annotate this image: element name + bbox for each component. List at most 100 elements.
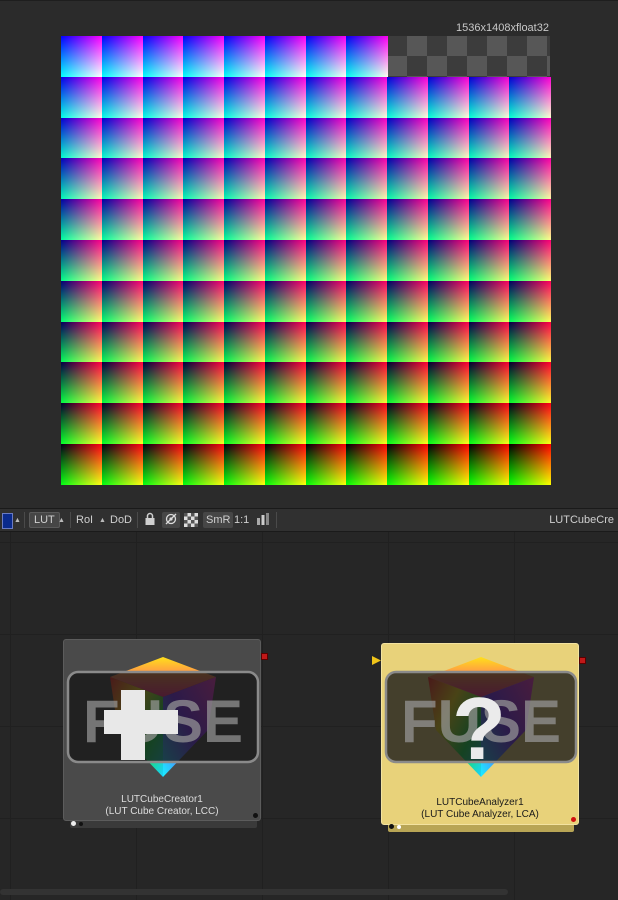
lut-slice-cell	[427, 199, 469, 241]
lut-slice-cell	[101, 321, 143, 363]
input-triangle-icon[interactable]	[372, 656, 381, 665]
lut-button[interactable]: LUT	[29, 512, 60, 528]
lut-slice-cell	[305, 444, 347, 486]
lut-slice-cell	[101, 240, 143, 282]
lut-slice-cell	[346, 444, 388, 486]
flow-editor[interactable]: FUSE LUTCubeCreator1 (LUT Cube Creator, …	[0, 532, 618, 900]
lut-slice-cell	[224, 362, 266, 404]
lut-slice-cell	[509, 362, 551, 404]
lut-slice-cell	[387, 158, 429, 200]
input-dot[interactable]	[79, 822, 83, 826]
output-port[interactable]	[579, 657, 586, 664]
lut-slice-cell	[387, 240, 429, 282]
lut-slice-cell	[101, 36, 143, 78]
lut-slice-cell	[61, 280, 103, 323]
lut-slice-cell	[183, 158, 225, 200]
lut-slice-cell	[183, 76, 225, 119]
input-dot[interactable]	[71, 821, 76, 826]
lut-slice-cell	[305, 36, 347, 78]
lock-icon[interactable]	[144, 512, 156, 528]
lut-slice-cell	[305, 362, 347, 404]
lut-slice-cell	[305, 117, 347, 159]
node-name: LUTCubeAnalyzer1	[436, 797, 524, 808]
lut-slice-cell	[224, 321, 266, 363]
lut-slice-cell	[142, 403, 184, 445]
lut-slice-cell	[142, 36, 184, 78]
horizontal-scrollbar[interactable]	[0, 889, 508, 895]
lut-slice-cell	[61, 240, 103, 282]
lut-slice-cell	[468, 76, 510, 119]
lut-slice-cell	[346, 117, 388, 159]
output-port[interactable]	[261, 653, 268, 660]
lut-slice-cell	[387, 321, 429, 363]
roi-button[interactable]: RoI	[76, 512, 93, 528]
lut-slice-cell	[387, 362, 429, 404]
roi-dropdown-icon[interactable]: ▲	[99, 513, 106, 529]
lut-slice-cell	[224, 199, 266, 241]
viewer-title: LUTCubeCre	[549, 514, 614, 526]
lut-slice-cell	[346, 158, 388, 200]
lut-slice-cell	[101, 280, 143, 323]
swatch-dropdown-icon[interactable]: ▲	[14, 513, 21, 529]
lut-dropdown-icon[interactable]: ▲	[58, 513, 65, 529]
lut-cube-image	[0, 1, 618, 509]
lut-slice-cell	[61, 403, 103, 445]
color-channel-swatch[interactable]	[2, 513, 13, 529]
lut-slice-cell	[101, 199, 143, 241]
fuse-plus-icon: FUSE	[66, 657, 260, 777]
checkerboard-toggle-icon[interactable]	[184, 513, 198, 527]
input-dot[interactable]	[397, 825, 401, 829]
node-subtitle: (LUT Cube Creator, LCC)	[105, 806, 219, 817]
lut-slice-cell	[264, 403, 306, 445]
lut-slice-cell	[509, 158, 551, 200]
image-viewer[interactable]: 1536x1408xfloat32	[0, 0, 618, 508]
lut-slice-cell	[264, 158, 306, 200]
view-toggle-icon[interactable]	[162, 512, 180, 528]
lut-slice-cell	[101, 117, 143, 159]
lut-slice-cell	[346, 240, 388, 282]
node-status-dot	[571, 817, 576, 822]
lut-slice-cell	[468, 403, 510, 445]
lut-slice-cell	[305, 403, 347, 445]
lut-slice-cell	[509, 199, 551, 241]
lut-slice-cell	[101, 444, 143, 486]
lut-slice-cell	[305, 321, 347, 363]
lut-slice-cell	[183, 321, 225, 363]
bars-icon[interactable]	[256, 512, 270, 528]
lut-slice-cell	[468, 117, 510, 159]
lut-slice-cell	[142, 280, 184, 323]
lut-slice-cell	[183, 444, 225, 486]
lut-slice-cell	[305, 280, 347, 323]
lut-slice-cell	[224, 240, 266, 282]
node-name: LUTCubeCreator1	[121, 794, 203, 805]
lut-slice-cell	[183, 199, 225, 241]
lut-slice-cell	[224, 76, 266, 119]
lut-slice-cell	[264, 36, 306, 78]
lut-slice-cell	[224, 36, 266, 78]
lut-slice-cell	[468, 280, 510, 323]
lut-slice-cell	[224, 158, 266, 200]
dod-button[interactable]: DoD	[110, 512, 132, 528]
lut-slice-cell	[61, 444, 103, 486]
lut-slice-cell	[509, 240, 551, 282]
lut-slice-cell	[224, 444, 266, 486]
toolbar-separator	[24, 512, 25, 528]
lut-slice-cell	[61, 158, 103, 200]
lut-slice-cell	[264, 444, 306, 486]
lut-slice-cell	[346, 36, 388, 78]
smr-button[interactable]: SmR	[203, 512, 234, 528]
lut-slice-cell	[509, 76, 551, 119]
lut-slice-cell	[305, 240, 347, 282]
lut-slice-cell	[427, 117, 469, 159]
input-dot[interactable]	[389, 824, 394, 829]
lut-slice-cell	[264, 240, 306, 282]
node-lut-cube-creator[interactable]: FUSE LUTCubeCreator1 (LUT Cube Creator, …	[63, 639, 261, 821]
lut-slice-cell	[61, 321, 103, 363]
node-lut-cube-analyzer[interactable]: FUSE ? LUTCubeAnalyzer1 (LUT Cube Analyz…	[381, 643, 579, 825]
lut-slice-cell	[101, 362, 143, 404]
lut-slice-cell	[224, 280, 266, 323]
lut-slice-cell	[346, 321, 388, 363]
lut-slice-cell	[183, 240, 225, 282]
scale-button[interactable]: 1:1	[234, 512, 249, 528]
lut-slice-cell	[61, 199, 103, 241]
